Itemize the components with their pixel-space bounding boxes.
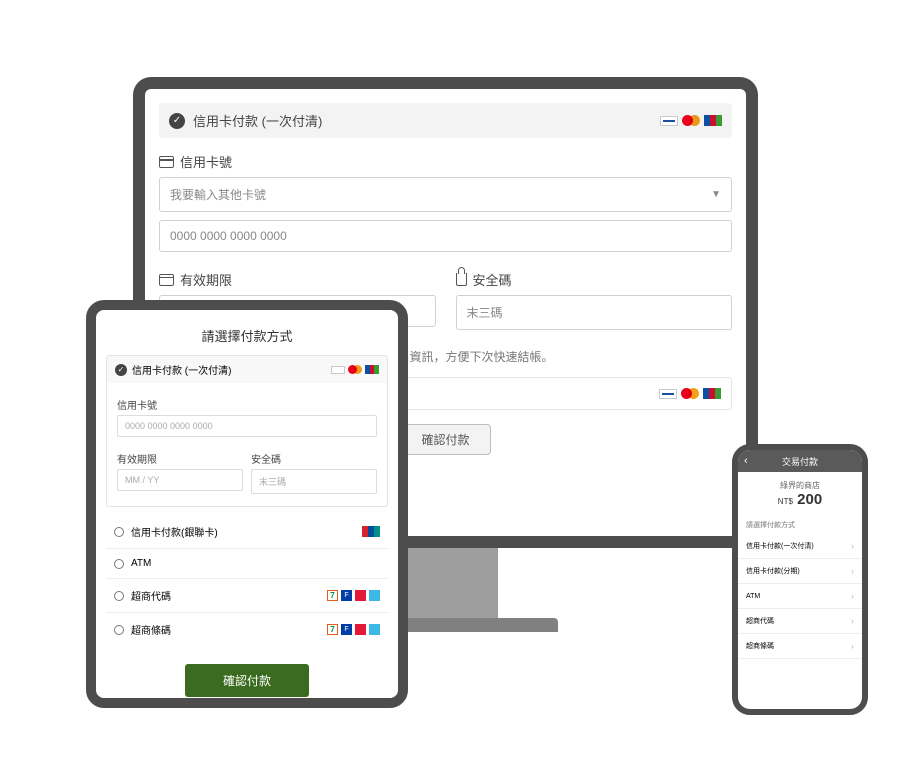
card-number-label-row: 信用卡號	[159, 152, 732, 171]
tablet-frame: 請選擇付款方式 ✓ 信用卡付款 (一次付清) 信用卡號	[86, 300, 408, 708]
tablet-option-unionpay[interactable]: 信用卡付款(銀聯卡)	[106, 515, 388, 549]
radio-icon	[114, 625, 124, 635]
hilife-icon	[355, 590, 366, 601]
phone-option-cvs-code[interactable]: 超商代碼›	[738, 609, 862, 634]
desktop-confirm-button[interactable]: 確認付款	[401, 424, 491, 455]
expiry-label-row: 有效期限	[159, 270, 436, 289]
tablet-option-cvs-barcode[interactable]: 超商條碼 F	[106, 613, 388, 646]
phone-option-atm[interactable]: ATM›	[738, 584, 862, 609]
card-number-input[interactable]: 0000 0000 0000 0000	[159, 220, 732, 252]
card-logos-secondary	[659, 388, 721, 399]
mastercard-icon	[681, 388, 699, 399]
lock-icon	[456, 273, 467, 286]
cvv-input[interactable]: 末三碼	[456, 295, 733, 330]
okmart-icon	[369, 624, 380, 635]
caret-down-icon: ▼	[711, 189, 721, 200]
seven-eleven-icon	[327, 590, 338, 601]
tablet-checkout: 請選擇付款方式 ✓ 信用卡付款 (一次付清) 信用卡號	[96, 310, 398, 698]
chevron-right-icon: ›	[851, 541, 854, 551]
tablet-panel-header: ✓ 信用卡付款 (一次付清)	[107, 356, 387, 383]
unionpay-icon	[362, 526, 380, 537]
tablet-cvv-label: 安全碼	[251, 451, 377, 466]
chevron-right-icon: ›	[851, 591, 854, 601]
desktop-header-title: 信用卡付款 (一次付清)	[193, 111, 322, 130]
phone-topbar-title: 交易付款	[782, 455, 818, 468]
tablet-card-label: 信用卡號	[117, 397, 377, 412]
visa-icon	[660, 116, 678, 126]
phone-topbar: ‹ 交易付款	[738, 450, 862, 472]
check-icon: ✓	[169, 113, 185, 129]
card-logos	[660, 115, 722, 126]
tablet-title: 請選擇付款方式	[96, 310, 398, 355]
seven-eleven-icon	[327, 624, 338, 635]
desktop-section-header: ✓ 信用卡付款 (一次付清)	[159, 103, 732, 138]
cvs-logos: F	[327, 624, 380, 635]
tablet-expiry-input[interactable]: MM / YY	[117, 469, 243, 491]
phone-frame: ‹ 交易付款 綠界的商店 NT$ 200 請選擇付款方式 信用卡付款(一次付清)…	[732, 444, 868, 715]
back-icon[interactable]: ‹	[744, 455, 748, 467]
phone-option-card-installment[interactable]: 信用卡付款(分期)›	[738, 559, 862, 584]
phone-option-card-once[interactable]: 信用卡付款(一次付清)›	[738, 534, 862, 559]
phone-amount: NT$ 200	[738, 491, 862, 516]
hilife-icon	[355, 624, 366, 635]
check-icon: ✓	[115, 364, 127, 376]
card-select[interactable]: 我要輸入其他卡號 ▼	[159, 177, 732, 212]
radio-icon	[114, 591, 124, 601]
card-select-text: 我要輸入其他卡號	[170, 186, 266, 203]
tablet-card-input[interactable]: 0000 0000 0000 0000	[117, 415, 377, 437]
tablet-cvv-input[interactable]: 末三碼	[251, 469, 377, 494]
visa-icon	[659, 389, 677, 399]
chevron-right-icon: ›	[851, 616, 854, 626]
radio-icon	[114, 527, 124, 537]
familymart-icon: F	[341, 624, 352, 635]
familymart-icon: F	[341, 590, 352, 601]
phone-option-cvs-barcode[interactable]: 超商條碼›	[738, 634, 862, 659]
tablet-header-title: 信用卡付款 (一次付清)	[132, 362, 231, 377]
tablet-option-cvs-code[interactable]: 超商代碼 F	[106, 579, 388, 613]
jcb-icon	[703, 388, 721, 399]
cvv-label: 安全碼	[473, 270, 512, 289]
tablet-expiry-label: 有效期限	[117, 451, 243, 466]
card-icon	[159, 156, 174, 168]
radio-icon	[114, 559, 124, 569]
mastercard-icon	[348, 365, 362, 374]
card-logos	[331, 365, 379, 374]
cvv-label-row: 安全碼	[456, 270, 733, 289]
card-number-placeholder: 0000 0000 0000 0000	[170, 229, 287, 243]
canvas: ✓ 信用卡付款 (一次付清) 信用卡號 我要輸入其他卡號 ▼ 0000 000	[10, 10, 910, 754]
okmart-icon	[369, 590, 380, 601]
cvs-logos: F	[327, 590, 380, 601]
expiry-label: 有效期限	[180, 270, 232, 289]
card-number-label: 信用卡號	[180, 152, 232, 171]
cvv-placeholder: 末三碼	[467, 304, 503, 321]
jcb-icon	[365, 365, 379, 374]
tablet-card-panel: ✓ 信用卡付款 (一次付清) 信用卡號 0000 0000 0000 0000	[106, 355, 388, 507]
jcb-icon	[704, 115, 722, 126]
mastercard-icon	[682, 115, 700, 126]
phone-store-name: 綠界的商店	[738, 472, 862, 491]
phone-subtitle: 請選擇付款方式	[738, 516, 862, 534]
tablet-option-atm[interactable]: ATM	[106, 549, 388, 579]
tablet-payment-list: 信用卡付款(銀聯卡) ATM 超商代碼 F	[106, 515, 388, 646]
calendar-icon	[159, 274, 174, 286]
chevron-right-icon: ›	[851, 566, 854, 576]
visa-icon	[331, 366, 345, 374]
monitor-stand	[394, 548, 498, 620]
chevron-right-icon: ›	[851, 641, 854, 651]
tablet-confirm-button[interactable]: 確認付款	[185, 664, 309, 697]
